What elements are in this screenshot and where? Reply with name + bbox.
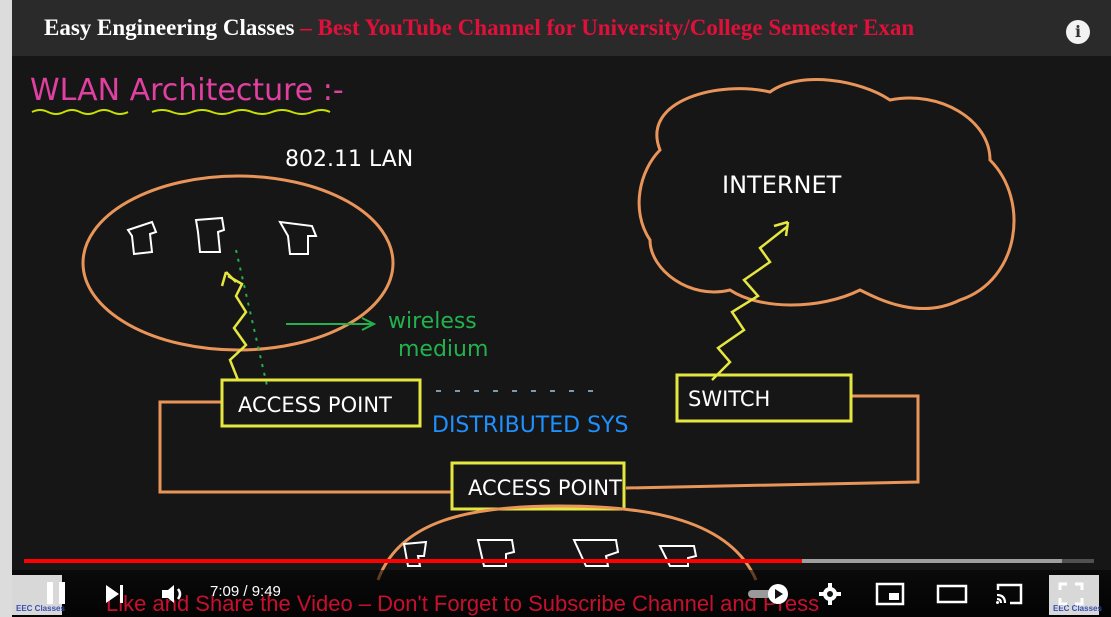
autoplay-toggle[interactable]	[746, 583, 792, 605]
settings-icon[interactable]	[818, 582, 842, 606]
lan-label: 802.11 LAN	[285, 147, 413, 172]
wireless-label: wireless	[388, 309, 477, 334]
access-point-label-top: ACCESS POINT	[238, 393, 392, 417]
medium-label: medium	[398, 337, 488, 362]
arrow-head	[220, 271, 237, 287]
wlan-diagram: WLAN Architecture :- 802.11 LAN INTERNET…	[30, 73, 1016, 581]
station-icon	[194, 216, 226, 253]
bss-boundary-bottom	[376, 504, 758, 581]
pause-icon[interactable]	[44, 580, 68, 606]
station-icon	[126, 220, 158, 256]
internet-label: INTERNET	[722, 171, 842, 199]
fullscreen-icon[interactable]	[1058, 582, 1084, 606]
miniplayer-icon[interactable]	[875, 582, 905, 606]
heading-underline-2	[151, 109, 331, 115]
station-icon	[658, 545, 698, 567]
played-progress	[24, 559, 803, 563]
access-point-label-bottom: ACCESS POINT	[468, 476, 622, 500]
theater-icon[interactable]	[936, 584, 968, 604]
pointer-arrow	[286, 317, 377, 331]
wireless-link-arrow	[227, 274, 248, 381]
station-icon	[278, 220, 318, 255]
station-icons	[126, 216, 318, 256]
ds-line-right	[625, 394, 920, 490]
time-display: 7:09 / 9:49	[210, 583, 281, 600]
seek-bar[interactable]	[24, 559, 1094, 563]
switch-label: SWITCH	[688, 387, 770, 411]
heading-underline-1	[31, 109, 129, 115]
volume-icon[interactable]	[160, 582, 188, 606]
next-icon[interactable]	[104, 583, 126, 605]
distributed-system-label: DISTRIBUTED SYS	[432, 413, 628, 438]
diagram-heading: WLAN Architecture :-	[30, 73, 344, 108]
cast-icon[interactable]	[994, 582, 1024, 606]
